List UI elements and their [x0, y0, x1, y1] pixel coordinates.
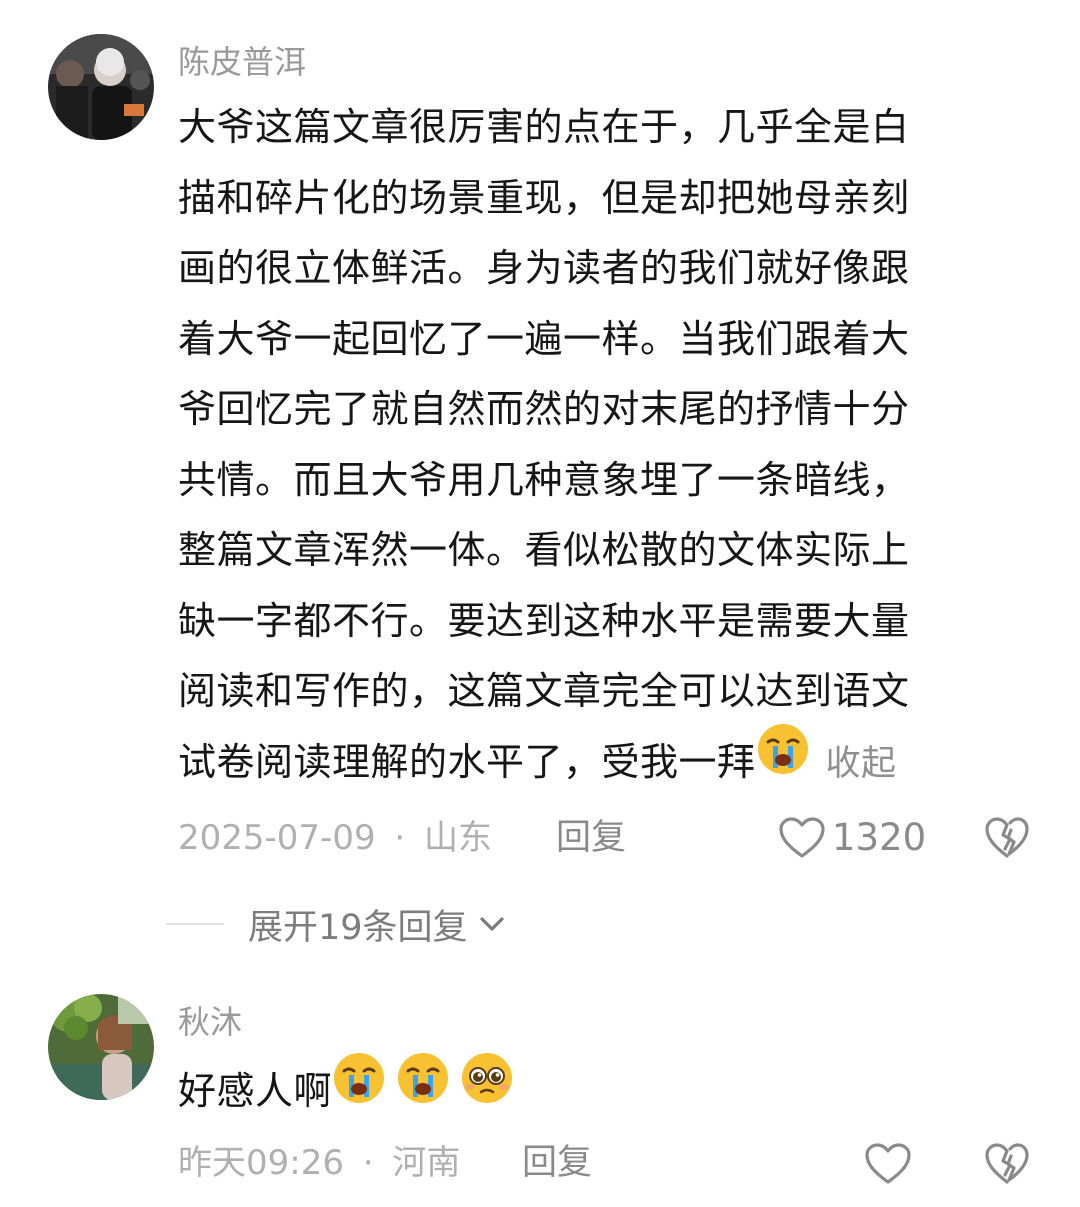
comment-line: 着大爷一起回忆了一遍一样。当我们跟着大	[178, 316, 910, 361]
meta-separator: ·	[362, 1143, 374, 1183]
pleading-face-emoji	[460, 1051, 514, 1128]
chevron-down-icon	[479, 917, 504, 931]
comment-line: 好感人啊	[178, 1053, 514, 1127]
comment-date: 2025-07-09	[178, 818, 376, 858]
comment-line-text: 好感人啊	[178, 1069, 333, 1113]
collapse-button[interactable]: 收起	[826, 744, 897, 784]
comment-date: 昨天09:26	[178, 1143, 344, 1183]
avatar[interactable]	[48, 34, 154, 140]
divider	[166, 923, 224, 925]
meta-separator: ·	[394, 818, 406, 858]
expand-replies-button[interactable]: 展开19条回复	[166, 894, 506, 954]
comment-line: 爷回忆完了就自然而然的对末尾的抒情十分	[178, 387, 910, 431]
comment-line: 大爷这篇文章很厉害的点在于，几乎全是白	[178, 105, 910, 149]
expand-replies-label: 展开19条回复	[248, 907, 468, 948]
avatar[interactable]	[48, 994, 154, 1100]
comment-meta: 2025-07-09 · 山东	[178, 816, 492, 860]
crying-face-emoji	[332, 1051, 386, 1128]
comment-meta: 昨天09:26 · 河南	[178, 1141, 460, 1185]
dislike-button[interactable]	[984, 1142, 1030, 1190]
crying-face-emoji	[756, 722, 810, 799]
comment-location: 山东	[424, 818, 493, 858]
comment-text: 好感人啊	[178, 1053, 514, 1127]
reply-button[interactable]: 回复	[556, 816, 626, 860]
username[interactable]: 陈皮普洱	[178, 42, 306, 82]
comment-location: 河南	[392, 1143, 461, 1183]
comment-text: 大爷这篇文章很厉害的点在于，几乎全是白 描和碎片化的场景重现，但是却把她母亲刻 …	[178, 92, 910, 797]
avatar-image	[48, 994, 154, 1100]
comment-line-last: 试卷阅读理解的水平了，受我一拜 收起	[178, 723, 910, 798]
avatar-image	[48, 34, 154, 140]
broken-heart-icon	[985, 817, 1029, 858]
comment-line: 共情。而且大爷用几种意象埋了一条暗线，	[178, 457, 910, 502]
heart-icon	[779, 817, 825, 858]
crying-face-emoji	[396, 1051, 450, 1128]
like-count: 1320	[832, 816, 927, 859]
comment-line: 整篇文章浑然一体。看似松散的文体实际上	[178, 528, 910, 572]
like-button[interactable]: 1320	[778, 810, 926, 866]
comment-line: 阅读和写作的，这篇文章完全可以达到语文	[178, 669, 910, 713]
like-button[interactable]	[864, 1136, 912, 1192]
comment-line: 缺一字都不行。要达到这种水平是需要大量	[178, 598, 910, 643]
broken-heart-icon	[985, 1143, 1029, 1184]
dislike-button[interactable]	[984, 816, 1030, 864]
comment-line: 试卷阅读理解的水平了，受我一拜	[178, 739, 756, 784]
comment-line: 描和碎片化的场景重现，但是却把她母亲刻	[178, 175, 910, 220]
reply-button[interactable]: 回复	[522, 1141, 592, 1185]
username[interactable]: 秋沐	[178, 1002, 242, 1042]
heart-icon	[865, 1143, 911, 1184]
comment-line: 画的很立体鲜活。身为读者的我们就好像跟	[178, 246, 910, 290]
